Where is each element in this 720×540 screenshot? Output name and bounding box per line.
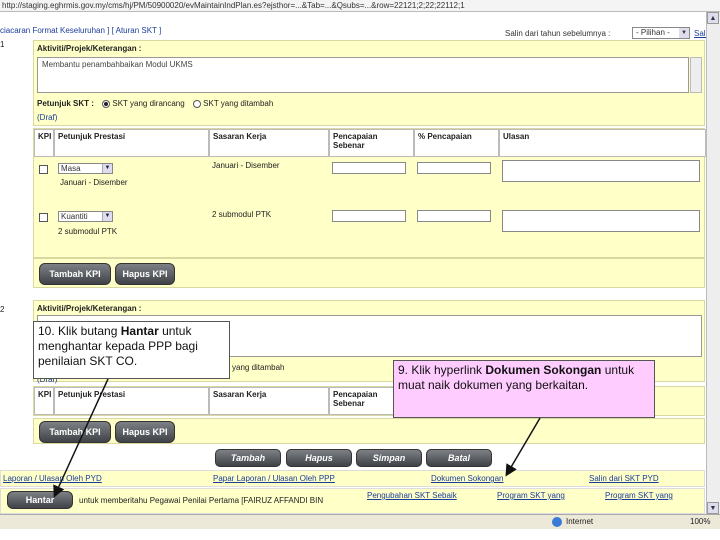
globe-icon	[552, 517, 562, 527]
callout-arrows	[53, 378, 541, 498]
arrow-to-dokumen	[505, 417, 541, 477]
arrow-to-hantar	[53, 378, 109, 498]
status-bar: Internet 100%	[0, 514, 720, 529]
scroll-up-icon[interactable]: ▲	[707, 12, 719, 24]
scroll-down-icon[interactable]: ▼	[707, 502, 719, 514]
zoom-level[interactable]: 100%	[690, 517, 710, 526]
page-scrollbar[interactable]: ▲ ▼	[706, 12, 720, 514]
zone-label: Internet	[566, 517, 594, 526]
